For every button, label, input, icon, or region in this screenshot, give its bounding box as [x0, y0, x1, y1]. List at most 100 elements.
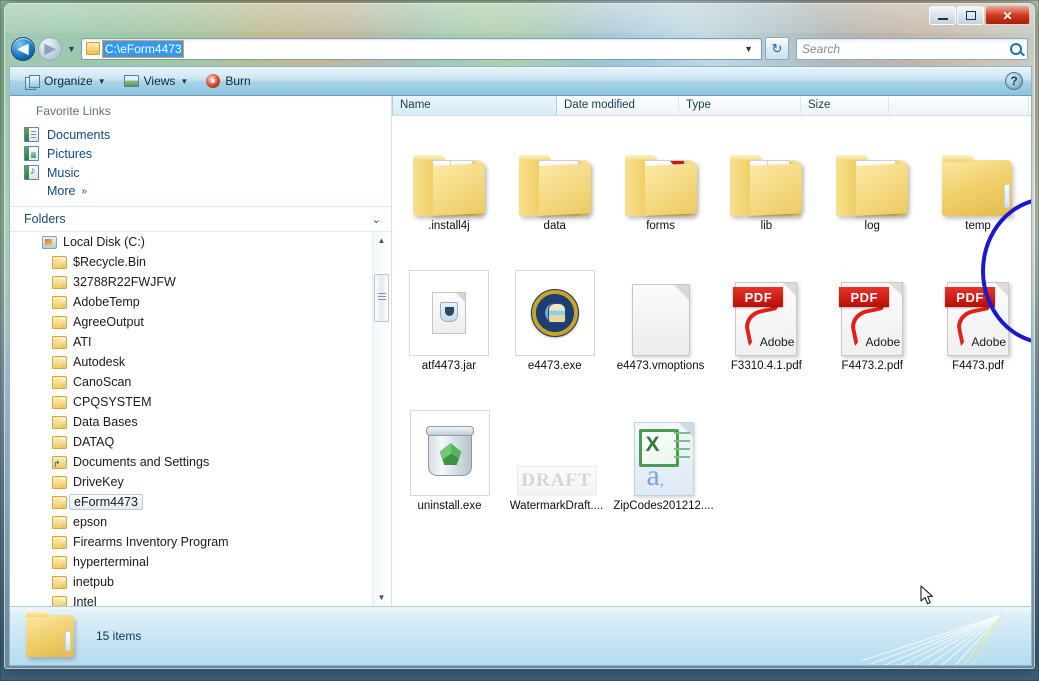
close-button[interactable]: ✕ — [985, 6, 1030, 25]
file-item[interactable]: atf4473.jar — [396, 260, 502, 400]
file-icon-wrap — [409, 124, 489, 216]
draft-watermark-icon: DRAFT — [516, 466, 597, 496]
minimize-button[interactable] — [929, 6, 956, 25]
organize-label: Organize — [44, 74, 93, 88]
refresh-button[interactable]: ↻ — [765, 37, 789, 60]
folder-icon — [52, 415, 67, 429]
tree-item[interactable]: CanoScan — [10, 372, 391, 392]
file-name-label: F4473.2.pdf — [841, 360, 903, 372]
file-item[interactable]: log — [819, 120, 925, 260]
file-row: uninstall.exe DRAFT WatermarkDraft.... a, Zi… — [396, 400, 1031, 540]
tree-item[interactable]: AgreeOutput — [10, 312, 391, 332]
tree-item[interactable]: 32788R22FWJFW — [10, 272, 391, 292]
sidebar-item-more[interactable]: More » — [10, 182, 391, 200]
column-header[interactable] — [889, 96, 1029, 115]
tree-item-label: Data Bases — [73, 415, 138, 429]
folder-icon — [52, 315, 67, 329]
views-button[interactable]: Views ▼ — [117, 71, 196, 91]
tree-scrollbar[interactable]: ▲ ▼ — [372, 232, 389, 606]
file-item[interactable]: DRAFT WatermarkDraft.... — [503, 400, 610, 540]
file-icon-wrap — [832, 124, 912, 216]
organize-button[interactable]: Organize ▼ — [18, 71, 113, 91]
tree-item-label: inetpub — [73, 575, 115, 589]
file-name-label: ZipCodes201212.... — [613, 500, 714, 512]
sidebar-item-music[interactable]: Music — [10, 163, 391, 182]
file-item[interactable]: data — [502, 120, 608, 260]
tree-item[interactable]: Local Disk (C:) — [10, 232, 391, 252]
forward-button[interactable]: ▶ — [38, 36, 62, 61]
recent-locations-button[interactable]: ▼ — [65, 44, 78, 54]
folder-tree[interactable]: Local Disk (C:) $Recycle.Bin 32788R22FWJFW… — [10, 231, 391, 606]
tree-item[interactable]: Intel — [10, 592, 391, 606]
file-item[interactable]: lib — [713, 120, 819, 260]
tree-item-label: Documents and Settings — [73, 455, 210, 469]
tree-item[interactable]: Data Bases — [10, 412, 391, 432]
search-placeholder: Search — [802, 41, 841, 56]
scroll-down-button[interactable]: ▼ — [373, 589, 390, 606]
address-input[interactable]: C:\eForm4473 ▼ — [80, 37, 762, 60]
tree-item[interactable]: ATI — [10, 332, 391, 352]
file-item[interactable]: a, ZipCodes201212.... — [610, 400, 717, 540]
file-item[interactable]: a,dobe forms — [608, 120, 714, 260]
scrollbar-thumb[interactable] — [374, 274, 389, 322]
file-item[interactable]: .install4j — [396, 120, 502, 260]
file-item[interactable]: temp — [925, 120, 1031, 260]
file-icon-wrap: PDF Adobe — [832, 264, 912, 356]
tree-item[interactable]: DATAQ — [10, 432, 391, 452]
file-item[interactable]: PDF Adobe F4473.2.pdf — [819, 260, 925, 400]
file-icon-wrap: PDF Adobe — [938, 264, 1018, 356]
folder-icon — [52, 355, 67, 369]
close-icon: ✕ — [1002, 8, 1013, 23]
tree-item-label: Autodesk — [73, 355, 126, 369]
file-row: atf4473.jar e4473.exe e4473.vmoptions PDF Ad… — [396, 260, 1031, 400]
tree-item[interactable]: $Recycle.Bin — [10, 252, 391, 272]
tree-item[interactable]: Autodesk — [10, 352, 391, 372]
tree-item[interactable]: hyperterminal — [10, 552, 391, 572]
folders-header[interactable]: Folders ⌄ — [10, 206, 391, 231]
file-icon-wrap: a,dobe — [621, 124, 701, 216]
command-toolbar: Organize ▼ Views ▼ Burn ? — [9, 66, 1032, 96]
tree-item[interactable]: epson — [10, 512, 391, 532]
sidebar-item-documents[interactable]: Documents — [10, 125, 391, 144]
sidebar-item-pictures[interactable]: Pictures — [10, 144, 391, 163]
tree-item[interactable]: DriveKey — [10, 472, 391, 492]
column-header[interactable]: Name — [392, 96, 557, 115]
search-input[interactable]: Search — [796, 37, 1028, 60]
column-header[interactable]: Type — [679, 96, 801, 115]
file-item[interactable]: e4473.vmoptions — [608, 260, 714, 400]
folder-icon — [52, 515, 67, 529]
address-dropdown-icon[interactable]: ▼ — [744, 44, 759, 54]
tree-item[interactable]: Documents and Settings — [10, 452, 391, 472]
maximize-button[interactable] — [957, 6, 984, 25]
tree-item-label: ATI — [73, 335, 92, 349]
window-controls: ✕ — [929, 6, 1030, 25]
file-icon-wrap — [514, 264, 595, 356]
excel-file-icon: a, — [633, 422, 694, 496]
file-item[interactable]: PDF Adobe F4473.pdf — [925, 260, 1031, 400]
burn-button[interactable]: Burn — [199, 71, 257, 91]
tree-item[interactable]: Firearms Inventory Program — [10, 532, 391, 552]
file-item[interactable]: uninstall.exe — [396, 400, 503, 540]
music-icon — [24, 165, 39, 180]
file-item[interactable]: PDF Adobe F3310.4.1.pdf — [713, 260, 819, 400]
tree-item[interactable]: inetpub — [10, 572, 391, 592]
file-icon-grid[interactable]: .install4j data a,dobe forms lib log temp atf44… — [392, 116, 1031, 606]
status-bar: 15 items — [9, 606, 1032, 666]
column-header[interactable]: Size — [801, 96, 889, 115]
file-icon-wrap — [515, 124, 595, 216]
help-button[interactable]: ? — [1005, 72, 1023, 90]
column-header[interactable]: Date modified — [557, 96, 679, 115]
tree-item-label: DATAQ — [73, 435, 115, 449]
folder-icon — [518, 154, 591, 216]
back-button[interactable]: ◀ — [11, 36, 35, 61]
scroll-up-button[interactable]: ▲ — [373, 232, 390, 249]
tree-item-label: eForm4473 — [69, 494, 143, 510]
tree-item[interactable]: AdobeTemp — [10, 292, 391, 312]
file-item[interactable]: e4473.exe — [502, 260, 608, 400]
tree-item[interactable]: CPQSYSTEM — [10, 392, 391, 412]
file-name-label: F4473.pdf — [952, 360, 1004, 372]
burn-label: Burn — [225, 74, 251, 88]
folder-icon — [412, 154, 485, 216]
tree-item[interactable]: eForm4473 — [10, 492, 391, 512]
maximize-icon — [965, 11, 976, 20]
